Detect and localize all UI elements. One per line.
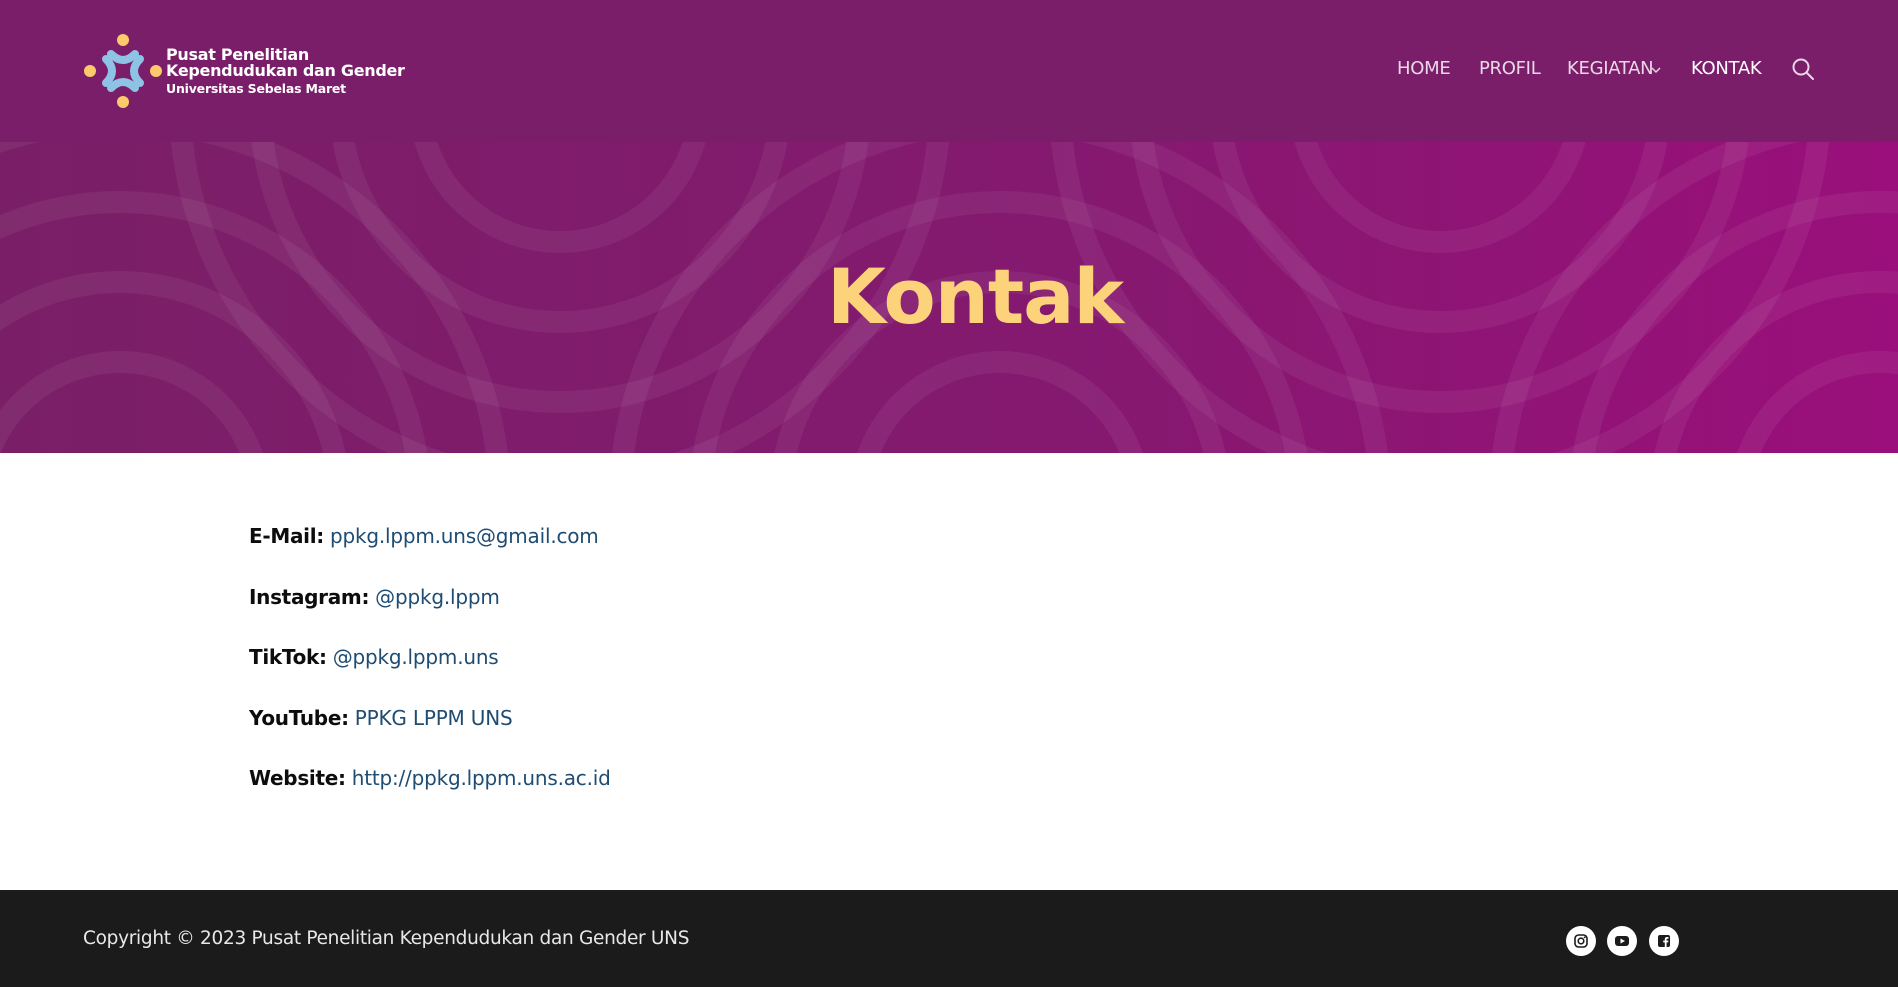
search-icon[interactable] — [1791, 57, 1815, 81]
contact-email: E-Mail: ppkg.lppm.uns@gmail.com — [249, 524, 1649, 585]
youtube-link[interactable]: PPKG LPPM UNS — [355, 706, 513, 730]
instagram-link[interactable]: @ppkg.lppm — [375, 585, 500, 609]
logo-text: Pusat Penelitian Kependudukan dan Gender… — [166, 46, 405, 97]
contact-instagram: Instagram: @ppkg.lppm — [249, 585, 1649, 646]
chevron-down-icon[interactable] — [1651, 65, 1661, 75]
page-title: Kontak — [0, 252, 1898, 341]
logo-line-3: Universitas Sebelas Maret — [166, 81, 346, 97]
logo-line-2: Kependudukan dan Gender — [166, 61, 405, 81]
page-hero: Kontak — [0, 142, 1898, 453]
contact-list: E-Mail: ppkg.lppm.uns@gmail.com Instagram… — [249, 524, 1649, 827]
site-logo[interactable]: Pusat Penelitian Kependudukan dan Gender… — [84, 32, 405, 110]
instagram-glyph — [1574, 934, 1588, 948]
contact-label: E-Mail: — [249, 524, 324, 548]
facebook-glyph — [1658, 935, 1670, 947]
contact-website: Website: http://ppkg.lppm.uns.ac.id — [249, 766, 1649, 827]
nav-kontak[interactable]: KONTAK — [1691, 58, 1762, 79]
contact-label: Website: — [249, 766, 346, 790]
tiktok-link[interactable]: @ppkg.lppm.uns — [333, 645, 499, 669]
site-footer: Copyright © 2023 Pusat Penelitian Kepend… — [0, 890, 1898, 987]
page-title-text: Kontak — [826, 252, 1124, 341]
logo-icon — [84, 34, 162, 108]
contact-label: YouTube: — [249, 705, 349, 730]
youtube-icon[interactable] — [1607, 926, 1637, 956]
site-header: Pusat Penelitian Kependudukan dan Gender… — [0, 0, 1898, 142]
email-link[interactable]: ppkg.lppm.uns@gmail.com — [330, 524, 599, 548]
contact-youtube: YouTube: PPKG LPPM UNS — [249, 706, 1649, 767]
instagram-icon[interactable] — [1566, 926, 1596, 956]
website-link[interactable]: http://ppkg.lppm.uns.ac.id — [352, 766, 611, 790]
copyright-text: Copyright © 2023 Pusat Penelitian Kepend… — [83, 928, 690, 949]
contact-tiktok: TikTok: @ppkg.lppm.uns — [249, 645, 1649, 706]
nav-profil[interactable]: PROFIL — [1479, 58, 1541, 79]
nav-home[interactable]: HOME — [1397, 58, 1451, 79]
contact-label: Instagram: — [249, 584, 370, 609]
youtube-glyph — [1615, 936, 1629, 946]
contact-label: TikTok: — [249, 645, 327, 669]
facebook-icon[interactable] — [1649, 926, 1679, 956]
nav-kegiatan[interactable]: KEGIATAN — [1567, 58, 1654, 79]
